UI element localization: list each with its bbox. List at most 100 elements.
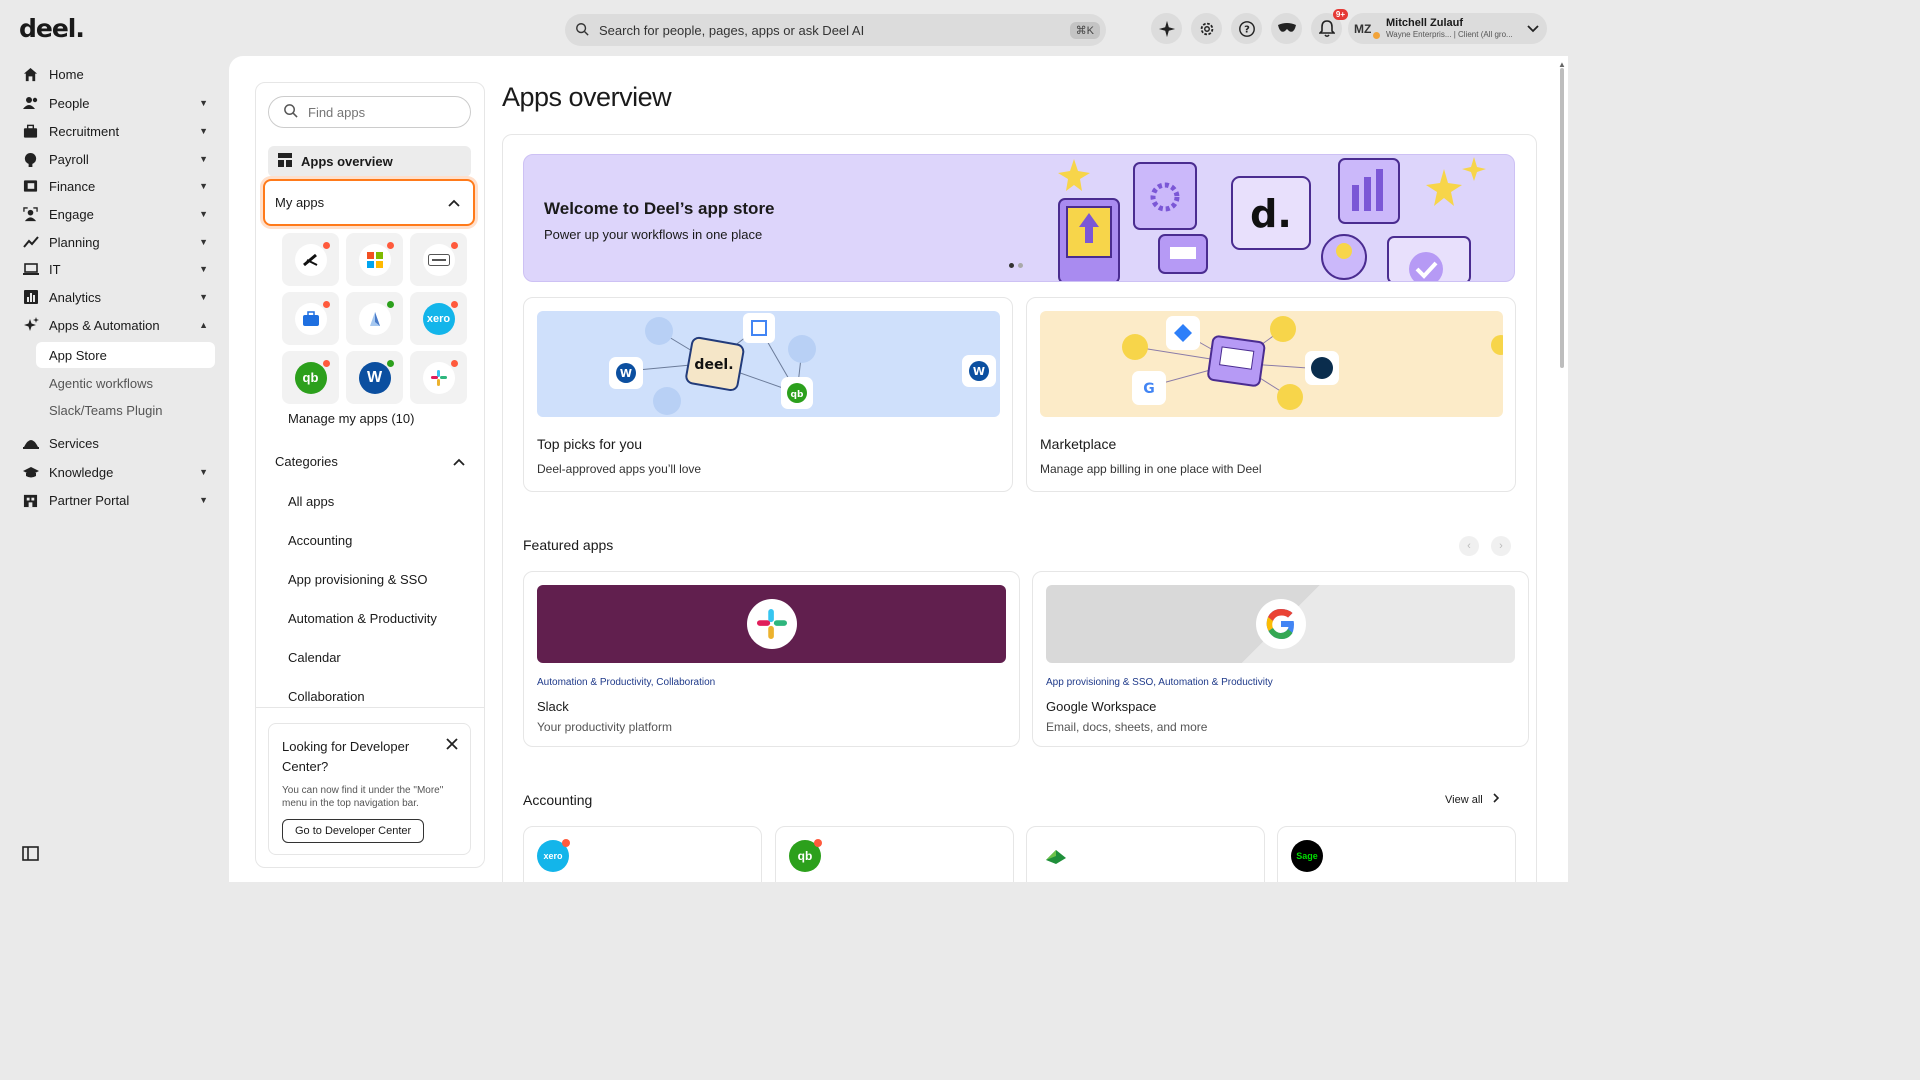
deel-ai-sparkle-icon[interactable] bbox=[1151, 13, 1182, 44]
app-tile[interactable] bbox=[282, 233, 339, 286]
sidebar-subitem-app-store[interactable]: App Store bbox=[36, 342, 215, 368]
find-apps-field[interactable] bbox=[268, 96, 471, 128]
notifications-bell-icon[interactable]: 9+ bbox=[1311, 9, 1348, 44]
accounting-app-card[interactable] bbox=[1026, 826, 1265, 882]
chevron-down-icon bbox=[1527, 21, 1539, 36]
google-banner bbox=[1046, 585, 1515, 663]
developer-card-text: You can now find it under the "More" men… bbox=[282, 785, 444, 809]
sidebar-subitem-slack-teams-plugin[interactable]: Slack/Teams Plugin bbox=[36, 397, 215, 423]
go-to-developer-center-button[interactable]: Go to Developer Center bbox=[282, 819, 425, 843]
deel-logo[interactable]: deel. bbox=[19, 14, 85, 43]
svg-text:qb: qb bbox=[791, 390, 804, 400]
manage-my-apps-link[interactable]: Manage my apps (10) bbox=[288, 411, 414, 426]
sidebar-item-label: Analytics bbox=[49, 289, 102, 305]
sidebar-item-payroll[interactable]: Payroll ▼ bbox=[22, 146, 208, 172]
marketplace-card[interactable]: G Marketplace Manage app billing in one … bbox=[1026, 297, 1516, 492]
app-tile[interactable]: qb bbox=[282, 351, 339, 404]
accounting-app-card[interactable]: xero bbox=[523, 826, 762, 882]
welcome-banner[interactable]: Welcome to Deel’s app store Power up you… bbox=[523, 154, 1515, 282]
category-calendar[interactable]: Calendar bbox=[288, 650, 341, 665]
apps-left-panel: Apps overview My apps xero qb W Manage m… bbox=[255, 82, 485, 868]
card-subtitle: Manage app billing in one place with Dee… bbox=[1040, 462, 1262, 476]
help-icon[interactable]: ? bbox=[1231, 13, 1262, 44]
card-title: Top picks for you bbox=[537, 436, 643, 452]
categories-toggle[interactable]: Categories bbox=[275, 454, 465, 469]
sidebar-item-engage[interactable]: Engage ▼ bbox=[22, 201, 208, 227]
sidebar-item-services[interactable]: Services bbox=[22, 430, 208, 456]
user-menu[interactable]: MZ Mitchell Zulauf Wayne Enterpris... | … bbox=[1348, 13, 1547, 44]
app-tile[interactable] bbox=[346, 233, 403, 286]
payroll-icon bbox=[22, 152, 39, 167]
apps-overview-label: Apps overview bbox=[301, 154, 393, 169]
global-search[interactable]: Search for people, pages, apps or ask De… bbox=[565, 14, 1106, 46]
close-icon[interactable] bbox=[446, 737, 458, 755]
sidebar-item-knowledge[interactable]: Knowledge ▼ bbox=[22, 459, 208, 485]
scrollbar[interactable]: ▲ bbox=[1558, 60, 1566, 882]
category-collaboration[interactable]: Collaboration bbox=[288, 689, 365, 704]
engage-icon bbox=[22, 206, 39, 222]
sidebar-item-recruitment[interactable]: Recruitment ▼ bbox=[22, 118, 208, 144]
settings-gear-icon[interactable] bbox=[1191, 13, 1222, 44]
featured-app-card-google-workspace[interactable]: App provisioning & SSO, Automation & Pro… bbox=[1032, 571, 1529, 747]
top-picks-card[interactable]: W deel. qb W Top picks for you Deel-appr… bbox=[523, 297, 1013, 492]
app-tile[interactable] bbox=[410, 233, 467, 286]
sidebar: Home People ▼ Recruitment ▼ Payroll ▼ Finan… bbox=[0, 56, 228, 882]
view-all-link[interactable]: View all bbox=[1445, 793, 1499, 806]
sidebar-item-label: Finance bbox=[49, 178, 96, 194]
app-tile[interactable] bbox=[282, 292, 339, 345]
card-title: Marketplace bbox=[1040, 436, 1117, 452]
category-all-apps[interactable]: All apps bbox=[288, 494, 334, 509]
featured-carousel-controls: ‹ › bbox=[1459, 536, 1511, 556]
svg-text:deel.: deel. bbox=[694, 357, 733, 373]
sidebar-item-people[interactable]: People ▼ bbox=[22, 90, 208, 116]
category-automation-productivity[interactable]: Automation & Productivity bbox=[288, 611, 437, 626]
sidebar-item-analytics[interactable]: Analytics ▼ bbox=[22, 284, 208, 310]
top-bar: deel. Search for people, pages, apps or … bbox=[0, 0, 1568, 56]
mask-icon[interactable] bbox=[1271, 13, 1302, 44]
collapse-sidebar-icon[interactable] bbox=[22, 846, 39, 864]
my-apps-label: My apps bbox=[275, 195, 325, 210]
sidebar-item-partner-portal[interactable]: Partner Portal ▼ bbox=[22, 487, 208, 513]
app-tile[interactable] bbox=[346, 292, 403, 345]
search-placeholder: Search for people, pages, apps or ask De… bbox=[599, 22, 865, 38]
carousel-dots bbox=[1009, 263, 1023, 268]
workday-icon: W bbox=[358, 359, 394, 394]
sidebar-item-home[interactable]: Home bbox=[22, 61, 208, 87]
user-org: Wayne Enterpris... | Client (All gro... bbox=[1386, 29, 1513, 39]
status-dot bbox=[450, 241, 458, 249]
quickbooks-icon: qb bbox=[294, 359, 330, 394]
chevron-right-icon[interactable]: › bbox=[1491, 536, 1511, 556]
google-icon bbox=[1255, 599, 1306, 649]
apps-overview-link[interactable]: Apps overview bbox=[268, 146, 471, 177]
sidebar-item-finance[interactable]: Finance ▼ bbox=[22, 173, 208, 199]
svg-text:G: G bbox=[1143, 381, 1155, 397]
chevron-left-icon[interactable]: ‹ bbox=[1459, 536, 1479, 556]
scrollbar-thumb[interactable] bbox=[1560, 68, 1564, 368]
briefcase-app-icon bbox=[294, 300, 330, 335]
accounting-app-card[interactable]: Sage bbox=[1277, 826, 1516, 882]
sidebar-item-apps-automation[interactable]: Apps & Automation ▲ bbox=[22, 312, 208, 338]
find-apps-input[interactable] bbox=[308, 104, 458, 120]
status-dot bbox=[322, 300, 330, 308]
status-dot bbox=[386, 300, 394, 308]
category-accounting[interactable]: Accounting bbox=[288, 533, 352, 548]
sidebar-item-label: People bbox=[49, 95, 90, 111]
carousel-dot[interactable] bbox=[1018, 263, 1023, 268]
content-area: Apps overview My apps xero qb W Manage m… bbox=[229, 56, 1568, 882]
app-categories: Automation & Productivity, Collaboration bbox=[537, 677, 716, 688]
category-app-provisioning-sso[interactable]: App provisioning & SSO bbox=[288, 572, 427, 587]
featured-app-card-slack[interactable]: Automation & Productivity, Collaboration… bbox=[523, 571, 1020, 747]
sidebar-subitem-agentic-workflows[interactable]: Agentic workflows bbox=[36, 370, 215, 396]
sidebar-item-planning[interactable]: Planning ▼ bbox=[22, 229, 208, 255]
sidebar-item-it[interactable]: IT ▼ bbox=[22, 256, 208, 282]
sidebar-item-label: Knowledge bbox=[49, 464, 114, 480]
sidebar-item-label: Partner Portal bbox=[49, 492, 130, 508]
carousel-dot[interactable] bbox=[1009, 263, 1014, 268]
app-tile[interactable]: W bbox=[346, 351, 403, 404]
app-tile[interactable]: xero bbox=[410, 292, 467, 345]
app-categories: App provisioning & SSO, Automation & Pro… bbox=[1046, 677, 1273, 688]
accounting-app-card[interactable]: qb bbox=[775, 826, 1014, 882]
carta-icon bbox=[422, 241, 458, 276]
my-apps-toggle[interactable]: My apps bbox=[263, 179, 475, 226]
app-tile[interactable] bbox=[410, 351, 467, 404]
